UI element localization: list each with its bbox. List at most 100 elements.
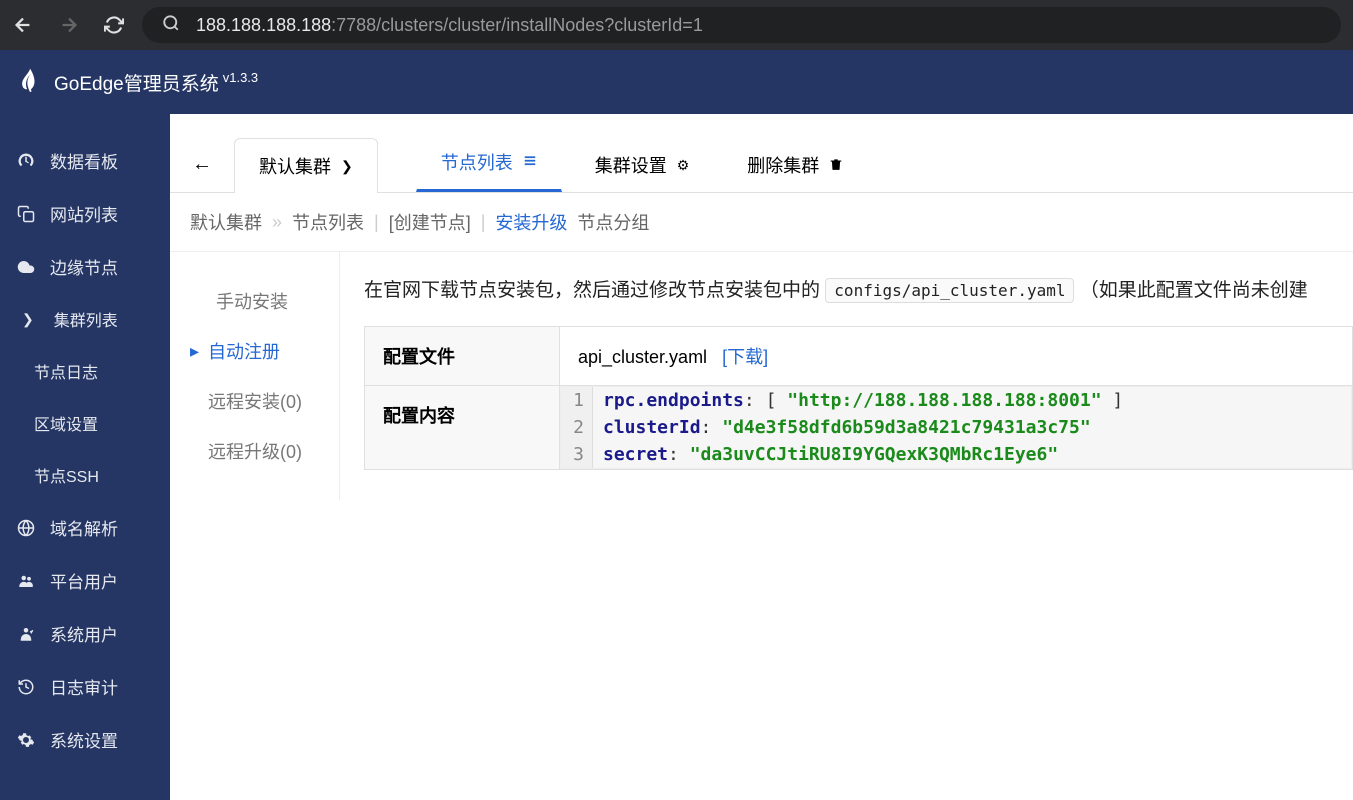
url-host: 188.188.188.188 — [196, 15, 331, 35]
sidebar-item-system-users[interactable]: 系统用户 — [0, 607, 170, 660]
sidebar-item-audit-log[interactable]: 日志审计 — [0, 660, 170, 713]
tab-node-list[interactable]: 节点列表 — [416, 134, 562, 192]
sidebar-label: 区域设置 — [34, 411, 98, 435]
gear-icon — [16, 731, 36, 749]
sidebar-label: 日志审计 — [50, 674, 118, 699]
back-button[interactable]: ← — [188, 153, 226, 192]
code-line: 2 clusterId: "d4e3f58dfd6b59d3a8421c7943… — [561, 414, 1351, 441]
install-description: 在官网下载节点安装包，然后通过修改节点安装包中的 configs/api_clu… — [364, 276, 1353, 306]
tab-label: 集群设置 — [595, 152, 667, 178]
install-nav-auto[interactable]: ▸ 自动注册 — [170, 326, 339, 376]
browser-nav — [12, 14, 124, 36]
play-icon: ▸ — [190, 341, 200, 362]
breadcrumb-sep: » — [272, 212, 282, 233]
trash-icon — [829, 157, 843, 174]
line-number: 1 — [561, 387, 593, 414]
config-table: 配置文件 api_cluster.yaml [下载] 配置内容 1 — [364, 326, 1353, 470]
copy-icon — [16, 205, 36, 223]
dashboard-icon — [16, 152, 36, 170]
tab-bar: ← 默认集群 ❯ 节点列表 集群设置 ⚙ 删除集群 — [170, 114, 1353, 193]
sidebar-label: 平台用户 — [50, 568, 118, 593]
sidebar-item-websites[interactable]: 网站列表 — [0, 187, 170, 240]
sidebar-label: 域名解析 — [50, 515, 118, 540]
sidebar-label: 系统用户 — [50, 621, 118, 646]
list-icon — [523, 154, 537, 171]
app-header: GoEdge管理员系统v1.3.3 — [0, 50, 1353, 114]
code-line: 3 secret: "da3uvCCJtiRU8I9YGQexK3QMbRc1E… — [561, 441, 1351, 468]
search-icon — [162, 14, 180, 37]
url-text: 188.188.188.188:7788/clusters/cluster/in… — [196, 15, 703, 36]
tab-label: 默认集群 — [259, 153, 331, 179]
download-link[interactable]: [下载] — [722, 347, 768, 367]
cloud-icon — [16, 258, 36, 276]
tab-cluster-settings[interactable]: 集群设置 ⚙ — [570, 137, 715, 192]
sidebar-label: 节点SSH — [34, 463, 99, 487]
url-bar[interactable]: 188.188.188.188:7788/clusters/cluster/in… — [142, 7, 1341, 43]
breadcrumb: 默认集群 » 节点列表 | [创建节点] | 安装升级 节点分组 — [170, 193, 1353, 252]
sidebar-label: 数据看板 — [50, 148, 118, 173]
install-content: 在官网下载节点安装包，然后通过修改节点安装包中的 configs/api_clu… — [340, 252, 1353, 500]
sidebar-item-node-ssh[interactable]: 节点SSH — [0, 449, 170, 501]
tab-label: 节点列表 — [441, 149, 513, 175]
sidebar-item-region-settings[interactable]: 区域设置 — [0, 397, 170, 449]
app-title: GoEdge管理员系统v1.3.3 — [54, 69, 258, 96]
users-icon — [16, 572, 36, 590]
admin-icon — [16, 625, 36, 643]
install-nav-label: 手动安装 — [216, 288, 288, 314]
line-number: 2 — [561, 414, 593, 441]
breadcrumb-cluster[interactable]: 默认集群 — [190, 209, 262, 235]
sidebar-item-edge-nodes[interactable]: 边缘节点 — [0, 240, 170, 293]
sidebar-label: 集群列表 — [54, 307, 118, 331]
line-number: 3 — [561, 441, 593, 468]
browser-back-icon[interactable] — [12, 14, 34, 36]
config-content-label: 配置内容 — [365, 386, 560, 470]
install-nav-remote-install[interactable]: 远程安装(0) — [170, 376, 339, 426]
history-icon — [16, 678, 36, 696]
browser-reload-icon[interactable] — [104, 15, 124, 35]
browser-bar: 188.188.188.188:7788/clusters/cluster/in… — [0, 0, 1353, 50]
config-content-cell: 1 rpc.endpoints: [ "http://188.188.188.1… — [560, 386, 1353, 470]
code-block: 1 rpc.endpoints: [ "http://188.188.188.1… — [560, 386, 1352, 469]
sidebar-item-system-settings[interactable]: 系统设置 — [0, 713, 170, 766]
breadcrumb-sep: | — [374, 212, 379, 233]
url-path: :7788/clusters/cluster/installNodes?clus… — [331, 15, 703, 35]
install-section: 手动安装 ▸ 自动注册 远程安装(0) 远程升级(0) 在官网下载节点 — [170, 252, 1353, 500]
sidebar: 数据看板 网站列表 边缘节点 ❯ 集群列表 节点日志 区域设置 节点SSH 域名… — [0, 114, 170, 800]
install-nav-manual[interactable]: 手动安装 — [170, 276, 339, 326]
chevron-right-icon: ❯ — [22, 311, 34, 328]
browser-forward-icon[interactable] — [58, 14, 80, 36]
sidebar-label: 节点日志 — [34, 359, 98, 383]
leaf-icon — [14, 65, 49, 100]
sidebar-label: 边缘节点 — [50, 254, 118, 279]
config-file-cell: api_cluster.yaml [下载] — [560, 327, 1353, 386]
sidebar-item-node-logs[interactable]: 节点日志 — [0, 345, 170, 397]
install-nav-label: 自动注册 — [208, 338, 280, 364]
globe-icon — [16, 519, 36, 537]
sidebar-label: 系统设置 — [50, 727, 118, 752]
install-sidebar: 手动安装 ▸ 自动注册 远程安装(0) 远程升级(0) — [170, 252, 340, 500]
breadcrumb-install[interactable]: 安装升级 — [495, 209, 567, 235]
breadcrumb-nodes[interactable]: 节点列表 — [292, 209, 364, 235]
config-file-label: 配置文件 — [365, 327, 560, 386]
tab-label: 删除集群 — [747, 152, 819, 178]
config-path-inline: configs/api_cluster.yaml — [825, 278, 1074, 303]
code-line: 1 rpc.endpoints: [ "http://188.188.188.1… — [561, 387, 1351, 414]
tab-cluster-name[interactable]: 默认集群 ❯ — [234, 138, 378, 193]
breadcrumb-group[interactable]: 节点分组 — [577, 209, 649, 235]
sidebar-label: 网站列表 — [50, 201, 118, 226]
gear-icon: ⚙ — [677, 157, 690, 174]
sidebar-item-dns[interactable]: 域名解析 — [0, 501, 170, 554]
content: ← 默认集群 ❯ 节点列表 集群设置 ⚙ 删除集群 默认集群 » 节点列表 — [170, 114, 1353, 800]
sidebar-item-dashboard[interactable]: 数据看板 — [0, 134, 170, 187]
sidebar-item-cluster-list[interactable]: ❯ 集群列表 — [0, 293, 170, 345]
tab-delete-cluster[interactable]: 删除集群 — [722, 137, 868, 192]
install-nav-label: 远程升级(0) — [208, 438, 302, 464]
config-file-name: api_cluster.yaml — [578, 347, 707, 367]
install-nav-label: 远程安装(0) — [208, 388, 302, 414]
chevron-right-icon: ❯ — [341, 158, 353, 175]
install-nav-remote-upgrade[interactable]: 远程升级(0) — [170, 426, 339, 476]
sidebar-item-platform-users[interactable]: 平台用户 — [0, 554, 170, 607]
breadcrumb-sep: | — [481, 212, 486, 233]
breadcrumb-create[interactable]: [创建节点] — [389, 209, 471, 235]
logo-section[interactable]: GoEdge管理员系统v1.3.3 — [20, 69, 258, 96]
